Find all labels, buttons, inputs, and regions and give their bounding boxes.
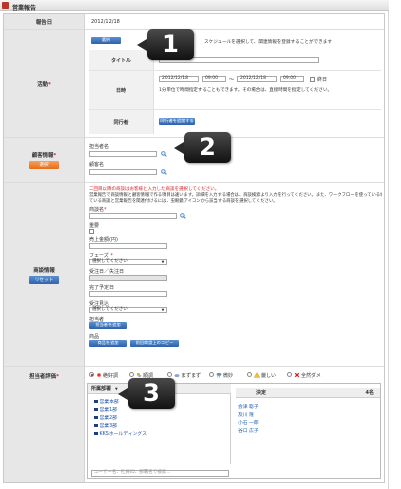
order-date-input[interactable] [89,275,167,281]
cross-icon [294,372,300,377]
deal-label-cell: 商談情報 リセット [4,183,85,366]
sun-cloud-icon [136,372,142,377]
important-label: 重要 [89,223,100,229]
report-date-label: 報告日 [35,19,53,26]
order-prospect-select[interactable]: 選択してください ▼ [89,307,167,313]
callout-3: 3 [118,378,175,409]
companion-label: 同行者 [89,110,154,134]
activity-select-button[interactable]: 選択 [91,37,121,44]
customer-label: 顧客情報* [31,153,57,159]
eval-radio-0[interactable] [89,372,94,377]
completion-date-label: 完了予定日 [89,285,115,291]
activity-title-row: タイトル [89,50,381,71]
cloud-icon [174,373,180,377]
customer-name-label: 顧客名 [89,162,105,168]
decided-header-label: 決定 [256,390,267,396]
add-companion-button[interactable]: 同行者を追加する [159,118,195,125]
evaluation-label: 担当者評価* [29,374,59,380]
deal-notice-3: ている商談と営業報告を関連付けるには、虫眼鏡アイコンから該当する商談を選択してく… [89,199,278,204]
start-time-input[interactable]: 09:00 [202,76,226,82]
app-icon [2,2,9,9]
allday-label: 終日 [317,77,328,83]
deal-reset-button[interactable]: リセット [29,275,59,284]
companion-row: 同行者 同行者を追加する [89,110,381,134]
deal-label: 商談情報 [33,267,55,274]
warning-icon [254,371,260,378]
person-2[interactable]: 小石 一郎 [238,419,259,426]
eval-label-5: 全然ダメ [301,373,321,379]
user-search-input[interactable]: ユーザー名、社員ID、部署名で検索... [91,470,229,477]
tree-item-0[interactable]: 営業本部 [94,398,119,405]
end-time-input[interactable]: 09:00 [280,76,304,82]
eval-radio-5[interactable] [287,372,292,377]
person-1[interactable]: 及川 隆 [238,411,254,418]
chevron-down-icon: ▼ [161,308,165,312]
important-checkbox[interactable] [89,229,94,234]
tree-item-2[interactable]: 営業2部 [94,414,117,421]
customer-search-icon[interactable] [161,169,167,175]
contact-name-label: 担当者名 [89,144,110,150]
deal-row: 商談情報 リセット 二回目以降の商談はお客様と入力した商談を選択してください。 … [4,183,384,367]
decided-header: 決定 4名 [236,388,380,398]
activity-label: 活動* [37,81,51,88]
sales-amount-input[interactable] [89,243,167,249]
eval-radio-4[interactable] [247,372,252,377]
copy-previous-product-button[interactable]: 前回商談上のコピー [130,340,179,347]
chevron-down-icon: ▼ [161,260,165,264]
deal-search-icon[interactable] [180,213,186,219]
deal-name-input[interactable] [89,213,177,219]
start-date-input[interactable]: 2012/12/18 [159,76,199,82]
activity-row: 活動* 選択 スケジュールを選択して、関連情報を登録することができます タイトル… [4,30,384,138]
eval-label-2: まずまず [181,373,202,379]
add-staff-button[interactable]: 担当者を追加 [89,322,127,329]
allday-checkbox[interactable] [310,76,315,82]
sales-amount-label: 売上金額(円) [89,237,118,243]
tree-item-1[interactable]: 営業1部 [94,406,117,413]
activity-datetime-label: 日時 [89,71,154,109]
eval-label-0: 絶好調 [103,373,119,379]
product-label: 商品 [89,334,100,340]
app-window: 営業報告 報告日 2012/12/18 活動* 選択 スケジュールを選択して、関… [0,0,389,489]
add-product-button[interactable]: 商品を追加 [89,340,127,347]
person-3[interactable]: 谷口 広子 [238,427,259,434]
phase-select[interactable]: 選択してください ▼ [89,259,167,265]
customer-label-cell: 顧客情報* 選択 [4,138,85,182]
window-titlebar: 営業報告 [0,0,389,12]
order-date-label: 受注日／失注日 [89,269,125,275]
activity-title-label: タイトル [89,50,154,70]
decided-count: 4名 [365,390,374,396]
time-hint: 1分単位で時間指定することもできます。その場合は、直接時間を指定してください。 [159,88,332,93]
eval-radio-1[interactable] [129,372,134,377]
contact-name-input[interactable] [89,151,157,157]
eval-label-4: 厳しい [261,373,277,379]
eval-label-3: 微妙 [223,373,234,379]
rain-icon [216,372,222,377]
evaluation-label-cell: 担当者評価* [4,367,85,482]
person-0[interactable]: 会津 聡子 [238,403,259,410]
eval-radio-2[interactable] [167,372,172,377]
customer-name-input[interactable] [89,169,157,175]
completion-date-input[interactable] [89,291,167,297]
contact-search-icon[interactable] [161,151,167,157]
sun-icon [97,372,101,377]
eval-radio-3[interactable] [209,372,214,377]
tree-item-4[interactable]: KKSホールディングス [94,430,147,437]
callout-2: 2 [174,132,231,163]
order-prospect-label: 受注見込 [89,301,110,307]
activity-select-hint: スケジュールを選択して、関連情報を登録することができます [204,40,332,45]
customer-select-button[interactable]: 選択 [29,161,59,169]
report-date-row: 報告日 2012/12/18 [4,14,384,30]
end-date-input[interactable]: 2012/12/18 [237,76,277,82]
tree-item-3[interactable]: 営業3部 [94,422,117,429]
range-separator: ～ [229,77,235,83]
evaluation-row: 担当者評価* 絶好調 順調 まずまず 微妙 厳しい 全然ダメ 所属部署 ▼ 営業… [4,367,384,482]
report-date-value: 2012/12/18 [91,19,120,25]
report-form: 報告日 2012/12/18 活動* 選択 スケジュールを選択して、関連情報を登… [3,13,385,483]
report-date-label-cell: 報告日 [4,14,85,29]
activity-datetime-row: 日時 2012/12/18 09:00 ～ 2012/12/18 09:00 終… [89,71,381,110]
activity-label-cell: 活動* [4,30,85,137]
window-title: 営業報告 [12,4,37,12]
callout-1: 1 [137,29,194,60]
